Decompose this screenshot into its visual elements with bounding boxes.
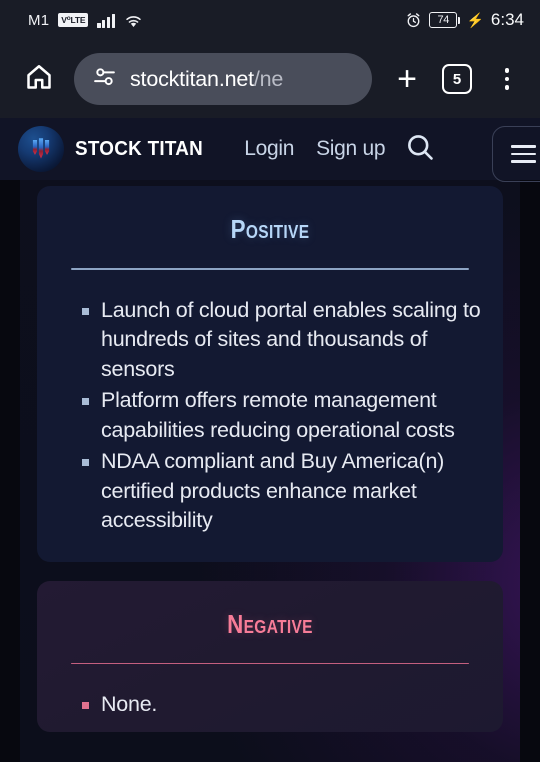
volte-badge: VoLTE [58, 13, 89, 27]
url-text: stocktitan.net/ne [130, 67, 283, 92]
search-button[interactable] [405, 132, 435, 167]
site-nav: Login Sign up [244, 137, 385, 161]
carrier-name: M1 [28, 11, 50, 29]
charging-bolt-icon: ⚡ [466, 12, 484, 28]
tab-count-badge: 5 [442, 64, 472, 94]
android-status-bar: M1 VoLTE 74 ⚡ 6:34 [0, 0, 540, 40]
negative-bullet-list: None. [37, 690, 503, 720]
list-item: None. [82, 690, 481, 720]
three-dot-menu-icon [504, 67, 510, 91]
alarm-clock-icon [405, 12, 422, 29]
battery-indicator: 74 [429, 12, 461, 28]
positive-card-divider [71, 268, 469, 270]
login-link[interactable]: Login [244, 137, 294, 161]
site-header: STOCK TITAN Login Sign up [0, 118, 540, 182]
page-content: Positive Launch of cloud portal enables … [0, 186, 540, 732]
url-path: /ne [253, 66, 284, 91]
brand-name: STOCK TITAN [75, 137, 204, 160]
url-domain: stocktitan.net [130, 66, 254, 91]
home-button[interactable] [18, 58, 60, 100]
negative-card-title: Negative [227, 608, 313, 639]
browser-menu-button[interactable] [484, 56, 530, 102]
new-tab-button[interactable]: + [384, 56, 430, 102]
plus-icon: + [397, 60, 417, 98]
status-bar-clock: 6:34 [490, 10, 524, 29]
stock-titan-logo-icon [18, 126, 64, 172]
phone-screen: M1 VoLTE 74 ⚡ 6:34 stocktitan.net/ne + 5… [0, 0, 540, 762]
positive-card: Positive Launch of cloud portal enables … [37, 186, 503, 562]
negative-card-divider [71, 662, 469, 665]
site-hamburger-button[interactable] [492, 126, 540, 182]
battery-level: 74 [437, 13, 450, 26]
list-item: Launch of cloud portal enables scaling t… [82, 296, 481, 385]
page-settings-icon[interactable] [92, 64, 117, 94]
site-brand[interactable]: STOCK TITAN [18, 126, 214, 172]
hamburger-menu-icon [510, 145, 536, 163]
signal-bars-icon [97, 13, 115, 28]
status-bar-left: M1 VoLTE [28, 12, 143, 29]
status-bar-right: 74 ⚡ 6:34 [405, 10, 524, 30]
browser-toolbar: stocktitan.net/ne + 5 [0, 40, 540, 118]
negative-card: Negative None. [37, 580, 503, 732]
home-icon [24, 62, 54, 97]
positive-card-title: Positive [230, 214, 310, 244]
positive-bullet-list: Launch of cloud portal enables scaling t… [37, 296, 503, 536]
tab-switcher-button[interactable]: 5 [434, 56, 480, 102]
wifi-icon [124, 13, 143, 28]
signup-link[interactable]: Sign up [316, 137, 385, 161]
web-page-viewport: STOCK TITAN Login Sign up Positive Launc… [0, 118, 540, 762]
search-icon [405, 132, 435, 167]
list-item: Platform offers remote management capabi… [82, 386, 481, 445]
list-item: NDAA compliant and Buy America(n) certif… [82, 447, 481, 536]
url-bar[interactable]: stocktitan.net/ne [74, 53, 372, 105]
